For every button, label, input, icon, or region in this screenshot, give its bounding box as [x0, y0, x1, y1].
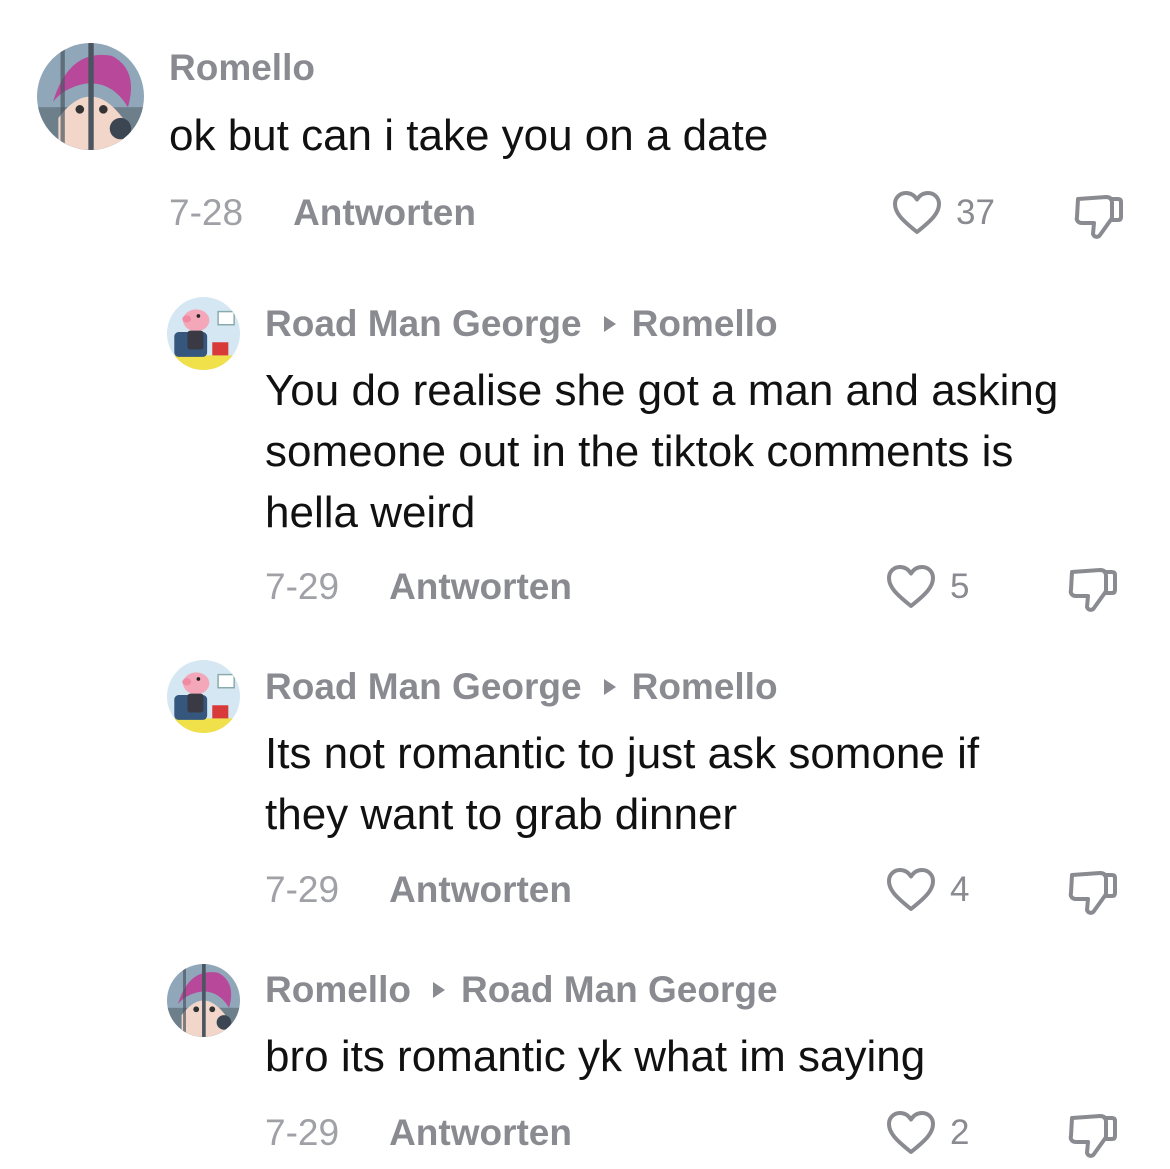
- reply-button[interactable]: Antworten: [389, 1108, 572, 1158]
- thumbs-down-icon: [1068, 1114, 1117, 1158]
- comment-author-line: Romello Road Man George: [265, 968, 778, 1012]
- anime-girl-avatar-icon: [167, 964, 240, 1037]
- reply-to-user[interactable]: Road Man George: [461, 969, 778, 1010]
- comment-author[interactable]: Romello: [265, 969, 411, 1010]
- comment-item: Romello Road Man George bro its romantic …: [0, 0, 1170, 1169]
- like-count: 2: [950, 1113, 970, 1152]
- like-button[interactable]: 2: [886, 1108, 969, 1158]
- triangle-right-icon: [432, 982, 445, 999]
- avatar[interactable]: [167, 964, 240, 1037]
- comment-text: bro its romantic yk what im saying: [265, 1032, 926, 1081]
- dislike-button[interactable]: [1066, 1110, 1118, 1162]
- comment-meta: 7-29 Antworten: [265, 1108, 572, 1158]
- comment-date: 7-29: [265, 1112, 340, 1153]
- heart-outline-icon: [887, 1111, 935, 1154]
